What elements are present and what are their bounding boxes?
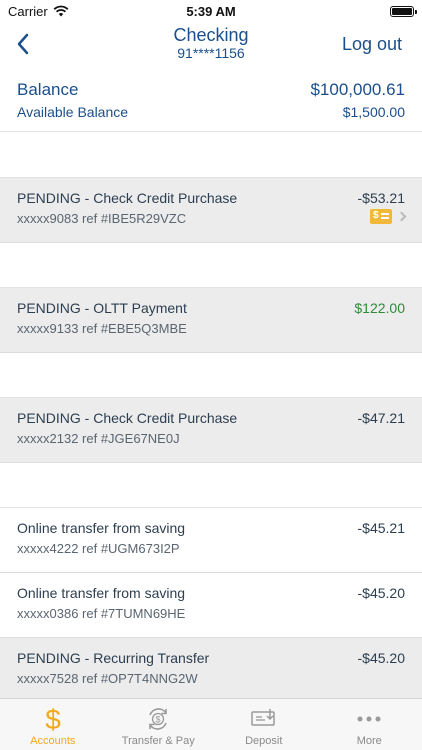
transaction-description: PENDING - Recurring Transfer [17, 650, 210, 666]
tab-label: Transfer & Pay [121, 735, 195, 747]
transaction-row[interactable]: Online transfer from saving xxxxx4222 re… [0, 508, 422, 573]
battery-icon [390, 5, 417, 17]
transaction-reference: xxxxx0386 ref #7TUMN69HE [17, 606, 186, 621]
transaction-amount: -$53.21 [357, 190, 405, 206]
list-spacer [0, 353, 422, 398]
transaction-reference: xxxxx9133 ref #EBE5Q3MBE [17, 321, 187, 336]
status-time: 5:39 AM [186, 4, 236, 19]
nav-bar: Checking 91****1156 Log out [0, 22, 422, 66]
tab-transfer-pay[interactable]: $ Transfer & Pay [106, 699, 212, 750]
balance-label: Balance [17, 80, 79, 99]
transaction-row[interactable]: PENDING - OLTT Payment xxxxx9133 ref #EB… [0, 288, 422, 353]
tab-more[interactable]: More [317, 699, 422, 750]
tab-bar: $ Accounts $ Transfer & Pay Deposit More [0, 698, 422, 750]
chevron-right-icon [396, 211, 407, 222]
transaction-description: PENDING - OLTT Payment [17, 300, 187, 316]
check-image-icon[interactable]: $ [370, 209, 392, 224]
transfer-icon: $ [144, 704, 172, 734]
more-icon [355, 704, 383, 734]
transaction-list[interactable]: PENDING - Check Credit Purchase xxxxx908… [0, 133, 422, 698]
transaction-description: PENDING - Check Credit Purchase [17, 410, 238, 426]
transaction-reference: xxxxx4222 ref #UGM673I2P [17, 541, 180, 556]
transaction-description: Online transfer from saving [17, 520, 186, 536]
svg-text:$: $ [45, 704, 61, 734]
status-bar: Carrier 5:39 AM [0, 0, 422, 22]
transaction-reference: xxxxx2132 ref #JGE67NE0J [17, 431, 180, 446]
tab-accounts[interactable]: $ Accounts [0, 699, 106, 750]
tab-label: Deposit [245, 735, 283, 747]
transaction-amount: -$47.21 [357, 410, 405, 426]
transaction-amount: -$45.21 [357, 520, 405, 536]
tab-deposit[interactable]: Deposit [211, 699, 317, 750]
transaction-amount: -$45.20 [357, 585, 405, 601]
transaction-extra: $ [370, 209, 407, 224]
transaction-reference: xxxxx7528 ref #OP7T4NNG2W [17, 671, 198, 686]
tab-label: Accounts [30, 735, 76, 747]
transaction-amount: $122.00 [354, 300, 405, 316]
deposit-icon [250, 704, 278, 734]
transaction-reference: xxxxx9083 ref #IBE5R29VZC [17, 211, 187, 226]
available-balance-label: Available Balance [17, 104, 129, 120]
transaction-row[interactable]: PENDING - Recurring Transfer xxxxx7528 r… [0, 638, 422, 698]
balance-section: Balance $100,000.61 Available Balance $1… [0, 74, 422, 132]
list-spacer [0, 243, 422, 288]
balance-value: $100,000.61 [310, 80, 405, 99]
logout-button[interactable]: Log out [342, 34, 402, 55]
transaction-description: Online transfer from saving [17, 585, 186, 601]
transaction-row[interactable]: Online transfer from saving xxxxx0386 re… [0, 573, 422, 638]
list-spacer [0, 133, 422, 178]
transaction-row[interactable]: PENDING - Check Credit Purchase xxxxx213… [0, 398, 422, 463]
dollar-icon: $ [42, 704, 64, 734]
available-balance-value: $1,500.00 [342, 104, 405, 120]
tab-label: More [356, 735, 382, 747]
transaction-row[interactable]: PENDING - Check Credit Purchase xxxxx908… [0, 178, 422, 243]
svg-text:$: $ [156, 715, 161, 725]
status-right [390, 5, 417, 17]
list-spacer [0, 463, 422, 508]
transaction-amount: -$45.20 [357, 650, 405, 666]
transaction-description: PENDING - Check Credit Purchase [17, 190, 238, 206]
